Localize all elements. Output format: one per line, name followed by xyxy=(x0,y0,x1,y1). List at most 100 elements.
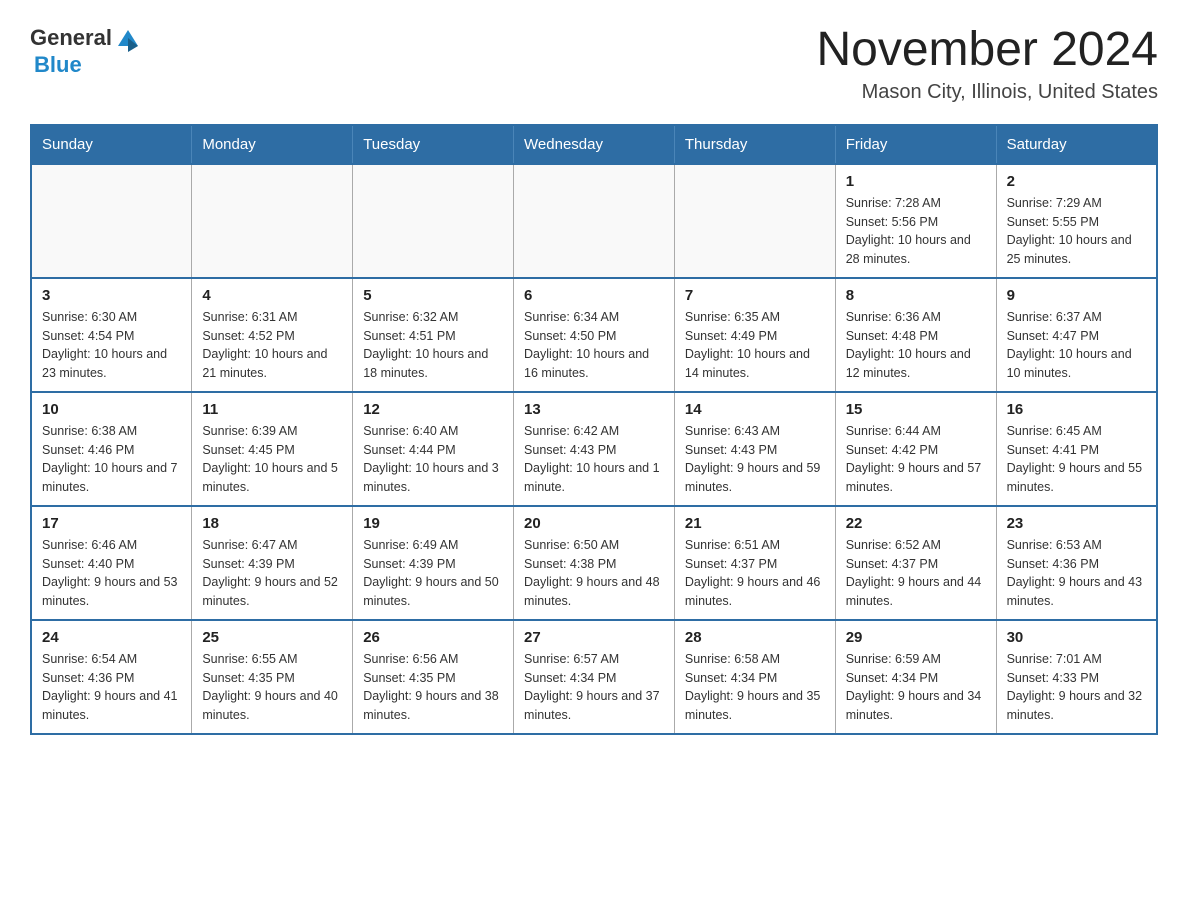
day-info: Sunrise: 6:42 AM Sunset: 4:43 PM Dayligh… xyxy=(524,422,664,497)
day-number: 5 xyxy=(363,287,503,304)
calendar-cell: 2 Sunrise: 7:29 AM Sunset: 5:55 PM Daylig… xyxy=(996,164,1157,278)
day-number: 22 xyxy=(846,515,986,532)
day-number: 15 xyxy=(846,401,986,418)
calendar-cell xyxy=(353,164,514,278)
calendar-week-1: 1Sunrise: 7:28 AM Sunset: 5:56 PM Daylig… xyxy=(31,164,1157,278)
day-number: 14 xyxy=(685,401,825,418)
day-info: Sunrise: 6:31 AM Sunset: 4:52 PM Dayligh… xyxy=(202,308,342,383)
day-number: 2 xyxy=(1007,173,1146,190)
day-number: 4 xyxy=(202,287,342,304)
header: General Blue November 2024 Mason City, I… xyxy=(30,24,1158,104)
day-info: Sunrise: 6:43 AM Sunset: 4:43 PM Dayligh… xyxy=(685,422,825,497)
logo-blue-text: Blue xyxy=(34,52,142,78)
day-info: Sunrise: 6:30 AM Sunset: 4:54 PM Dayligh… xyxy=(42,308,181,383)
day-number: 27 xyxy=(524,629,664,646)
calendar-cell: 9 Sunrise: 6:37 AM Sunset: 4:47 PM Daylig… xyxy=(996,278,1157,392)
calendar-cell: 17 Sunrise: 6:46 AM Sunset: 4:40 PM Dayli… xyxy=(31,506,192,620)
day-info: Sunrise: 6:36 AM Sunset: 4:48 PM Dayligh… xyxy=(846,308,986,383)
day-number: 11 xyxy=(202,401,342,418)
calendar-header: SundayMondayTuesdayWednesdayThursdayFrid… xyxy=(31,125,1157,164)
day-info: Sunrise: 7:29 AM Sunset: 5:55 PM Dayligh… xyxy=(1007,194,1146,269)
header-day-saturday: Saturday xyxy=(996,125,1157,164)
day-info: Sunrise: 6:50 AM Sunset: 4:38 PM Dayligh… xyxy=(524,536,664,611)
header-day-tuesday: Tuesday xyxy=(353,125,514,164)
day-number: 12 xyxy=(363,401,503,418)
day-info: Sunrise: 7:01 AM Sunset: 4:33 PM Dayligh… xyxy=(1007,650,1146,725)
day-info: Sunrise: 6:58 AM Sunset: 4:34 PM Dayligh… xyxy=(685,650,825,725)
calendar-cell: 11Sunrise: 6:39 AM Sunset: 4:45 PM Dayli… xyxy=(192,392,353,506)
day-info: Sunrise: 6:53 AM Sunset: 4:36 PM Dayligh… xyxy=(1007,536,1146,611)
day-info: Sunrise: 6:44 AM Sunset: 4:42 PM Dayligh… xyxy=(846,422,986,497)
calendar-cell: 15 Sunrise: 6:44 AM Sunset: 4:42 PM Dayli… xyxy=(835,392,996,506)
header-day-monday: Monday xyxy=(192,125,353,164)
day-info: Sunrise: 7:28 AM Sunset: 5:56 PM Dayligh… xyxy=(846,194,986,269)
page-title: November 2024 xyxy=(816,24,1158,77)
day-info: Sunrise: 6:51 AM Sunset: 4:37 PM Dayligh… xyxy=(685,536,825,611)
day-info: Sunrise: 6:49 AM Sunset: 4:39 PM Dayligh… xyxy=(363,536,503,611)
day-number: 9 xyxy=(1007,287,1146,304)
logo-icon xyxy=(114,24,142,52)
calendar-cell: 3 Sunrise: 6:30 AM Sunset: 4:54 PM Daylig… xyxy=(31,278,192,392)
day-number: 23 xyxy=(1007,515,1146,532)
calendar-cell: 14 Sunrise: 6:43 AM Sunset: 4:43 PM Dayli… xyxy=(674,392,835,506)
calendar-cell: 7 Sunrise: 6:35 AM Sunset: 4:49 PM Daylig… xyxy=(674,278,835,392)
day-info: Sunrise: 6:45 AM Sunset: 4:41 PM Dayligh… xyxy=(1007,422,1146,497)
day-info: Sunrise: 6:37 AM Sunset: 4:47 PM Dayligh… xyxy=(1007,308,1146,383)
day-number: 10 xyxy=(42,401,181,418)
header-day-friday: Friday xyxy=(835,125,996,164)
day-info: Sunrise: 6:55 AM Sunset: 4:35 PM Dayligh… xyxy=(202,650,342,725)
day-number: 8 xyxy=(846,287,986,304)
page-subtitle: Mason City, Illinois, United States xyxy=(816,81,1158,104)
header-day-thursday: Thursday xyxy=(674,125,835,164)
calendar-cell: 5 Sunrise: 6:32 AM Sunset: 4:51 PM Daylig… xyxy=(353,278,514,392)
calendar-cell: 13 Sunrise: 6:42 AM Sunset: 4:43 PM Dayli… xyxy=(514,392,675,506)
calendar-cell: 21 Sunrise: 6:51 AM Sunset: 4:37 PM Dayli… xyxy=(674,506,835,620)
day-number: 28 xyxy=(685,629,825,646)
calendar-cell: 25 Sunrise: 6:55 AM Sunset: 4:35 PM Dayli… xyxy=(192,620,353,734)
calendar-cell: 19 Sunrise: 6:49 AM Sunset: 4:39 PM Dayli… xyxy=(353,506,514,620)
day-info: Sunrise: 6:32 AM Sunset: 4:51 PM Dayligh… xyxy=(363,308,503,383)
day-info: Sunrise: 6:59 AM Sunset: 4:34 PM Dayligh… xyxy=(846,650,986,725)
day-info: Sunrise: 6:38 AM Sunset: 4:46 PM Dayligh… xyxy=(42,422,181,497)
calendar-cell: 6 Sunrise: 6:34 AM Sunset: 4:50 PM Daylig… xyxy=(514,278,675,392)
header-row: SundayMondayTuesdayWednesdayThursdayFrid… xyxy=(31,125,1157,164)
day-info: Sunrise: 6:52 AM Sunset: 4:37 PM Dayligh… xyxy=(846,536,986,611)
calendar-body: 1Sunrise: 7:28 AM Sunset: 5:56 PM Daylig… xyxy=(31,164,1157,734)
calendar-cell xyxy=(674,164,835,278)
calendar-week-5: 24Sunrise: 6:54 AM Sunset: 4:36 PM Dayli… xyxy=(31,620,1157,734)
calendar-cell xyxy=(514,164,675,278)
day-number: 26 xyxy=(363,629,503,646)
day-info: Sunrise: 6:35 AM Sunset: 4:49 PM Dayligh… xyxy=(685,308,825,383)
header-day-sunday: Sunday xyxy=(31,125,192,164)
calendar-cell: 16 Sunrise: 6:45 AM Sunset: 4:41 PM Dayli… xyxy=(996,392,1157,506)
day-number: 18 xyxy=(202,515,342,532)
day-number: 17 xyxy=(42,515,181,532)
calendar-cell: 22 Sunrise: 6:52 AM Sunset: 4:37 PM Dayli… xyxy=(835,506,996,620)
day-info: Sunrise: 6:34 AM Sunset: 4:50 PM Dayligh… xyxy=(524,308,664,383)
day-number: 13 xyxy=(524,401,664,418)
day-number: 3 xyxy=(42,287,181,304)
day-number: 16 xyxy=(1007,401,1146,418)
day-number: 21 xyxy=(685,515,825,532)
calendar-cell xyxy=(31,164,192,278)
logo-general-text: General xyxy=(30,25,112,51)
calendar-cell: 29 Sunrise: 6:59 AM Sunset: 4:34 PM Dayli… xyxy=(835,620,996,734)
day-number: 19 xyxy=(363,515,503,532)
day-number: 25 xyxy=(202,629,342,646)
day-info: Sunrise: 6:40 AM Sunset: 4:44 PM Dayligh… xyxy=(363,422,503,497)
calendar-cell: 10 Sunrise: 6:38 AM Sunset: 4:46 PM Dayli… xyxy=(31,392,192,506)
calendar-cell: 8 Sunrise: 6:36 AM Sunset: 4:48 PM Daylig… xyxy=(835,278,996,392)
calendar-cell: 23 Sunrise: 6:53 AM Sunset: 4:36 PM Dayli… xyxy=(996,506,1157,620)
day-info: Sunrise: 6:56 AM Sunset: 4:35 PM Dayligh… xyxy=(363,650,503,725)
title-area: November 2024 Mason City, Illinois, Unit… xyxy=(816,24,1158,104)
day-number: 7 xyxy=(685,287,825,304)
logo: General Blue xyxy=(30,24,142,78)
day-number: 6 xyxy=(524,287,664,304)
calendar-cell: 30Sunrise: 7:01 AM Sunset: 4:33 PM Dayli… xyxy=(996,620,1157,734)
day-number: 20 xyxy=(524,515,664,532)
calendar-week-2: 3 Sunrise: 6:30 AM Sunset: 4:54 PM Daylig… xyxy=(31,278,1157,392)
calendar-cell: 27Sunrise: 6:57 AM Sunset: 4:34 PM Dayli… xyxy=(514,620,675,734)
day-number: 29 xyxy=(846,629,986,646)
day-info: Sunrise: 6:46 AM Sunset: 4:40 PM Dayligh… xyxy=(42,536,181,611)
day-info: Sunrise: 6:47 AM Sunset: 4:39 PM Dayligh… xyxy=(202,536,342,611)
